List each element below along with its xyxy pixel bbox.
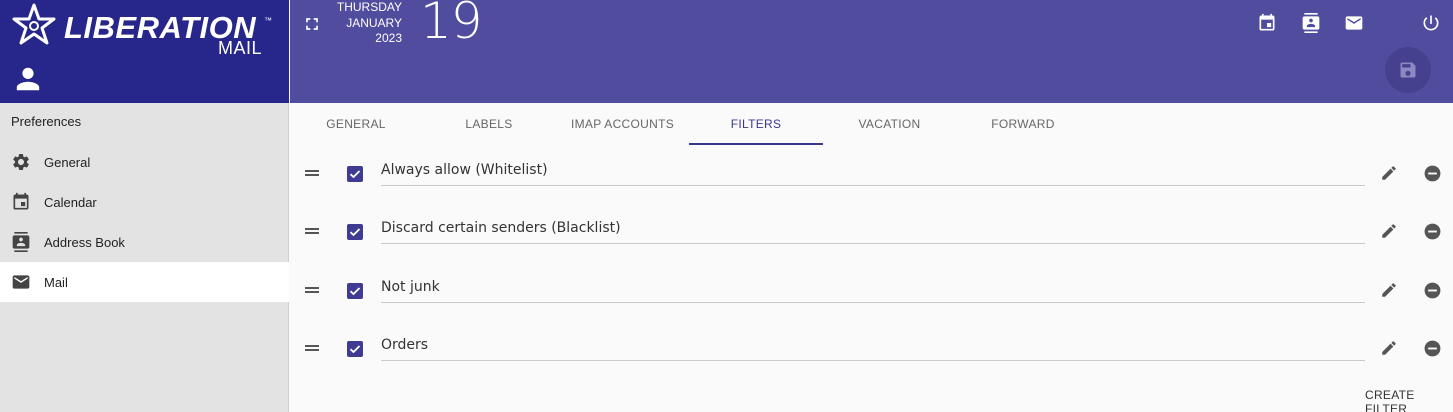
tab-label: GENERAL: [326, 117, 386, 131]
brand-subtitle: MAIL: [217, 38, 262, 58]
tab-imap-accounts[interactable]: IMAP ACCOUNTS: [556, 103, 689, 145]
date-month: JANUARY: [346, 15, 402, 30]
sidebar-item-label: General: [44, 154, 91, 170]
brand-trademark: ™: [264, 16, 272, 25]
edit-icon[interactable]: [1380, 164, 1398, 182]
sidebar-item-general[interactable]: General: [0, 142, 289, 182]
contacts-icon: [12, 232, 30, 252]
tab-labels[interactable]: LABELS: [422, 103, 556, 145]
brand-panel: LIBERATION ™ MAIL: [0, 0, 289, 103]
tab-label: IMAP ACCOUNTS: [570, 117, 675, 131]
drag-handle-icon[interactable]: [304, 165, 320, 181]
remove-circle-icon[interactable]: [1423, 222, 1442, 241]
tab-label: LABELS: [465, 117, 513, 131]
checkmark-icon: [349, 286, 361, 295]
filter-row: Discard certain senders (Blacklist): [290, 203, 1453, 261]
calendar-icon[interactable]: [1257, 13, 1277, 33]
save-icon: [1400, 62, 1416, 78]
edit-icon[interactable]: [1380, 339, 1398, 357]
sidebar-item-calendar[interactable]: Calendar: [0, 182, 289, 222]
tab-forward[interactable]: FORWARD: [956, 103, 1090, 145]
filter-name: Always allow (Whitelist): [381, 162, 548, 178]
sidebar-item-label: Mail: [44, 274, 68, 290]
edit-icon[interactable]: [1380, 222, 1398, 240]
preferences-nav: General Calendar Address Book Mail: [0, 142, 289, 302]
gear-icon: [13, 153, 29, 170]
filter-name: Orders: [381, 336, 429, 353]
mail-icon[interactable]: [1344, 13, 1364, 33]
tab-vacation[interactable]: VACATION: [823, 103, 956, 145]
divider: [381, 301, 1365, 303]
filter-row: Orders: [290, 320, 1453, 378]
filter-name: Discard certain senders (Blacklist): [381, 220, 621, 237]
checkmark-icon: [349, 228, 361, 237]
tab-filters[interactable]: FILTERS: [689, 103, 823, 145]
date-text: THURSDAY JANUARY 2023: [330, 0, 402, 47]
filter-enabled-checkbox[interactable]: [347, 166, 363, 182]
fullscreen-icon[interactable]: [302, 14, 322, 34]
checkmark-icon: [349, 170, 361, 179]
drag-handle-icon[interactable]: [304, 340, 320, 356]
create-filter-button[interactable]: CREATE FILTER: [1365, 388, 1453, 412]
divider: [381, 359, 1365, 361]
remove-circle-icon[interactable]: [1423, 281, 1442, 300]
star-logo-icon: [12, 3, 56, 45]
sidebar-item-label: Calendar: [44, 194, 97, 210]
top-header: THURSDAY JANUARY 2023 19: [290, 0, 1453, 103]
mail-preferences-tabs: GENERAL LABELS IMAP ACCOUNTS FILTERS VAC…: [290, 103, 1453, 145]
tab-label: VACATION: [858, 117, 921, 131]
sidebar-item-mail[interactable]: Mail: [0, 262, 289, 302]
date-weekday: THURSDAY: [336, 0, 402, 14]
filter-enabled-checkbox[interactable]: [347, 282, 363, 299]
app-logo: LIBERATION ™ MAIL: [12, 2, 274, 62]
mail-icon: [12, 275, 30, 289]
drag-handle-icon[interactable]: [304, 282, 320, 298]
power-icon[interactable]: [1421, 13, 1441, 33]
user-avatar-icon[interactable]: [14, 65, 42, 93]
remove-circle-icon[interactable]: [1423, 339, 1442, 358]
calendar-icon: [13, 192, 29, 210]
filter-row: Always allow (Whitelist): [290, 145, 1453, 203]
date-day-number: 19: [420, 0, 483, 50]
checkmark-icon: [349, 345, 361, 354]
sidebar: LIBERATION ™ MAIL Preferences General Ca…: [0, 0, 289, 412]
drag-handle-icon[interactable]: [304, 223, 320, 239]
edit-icon[interactable]: [1380, 281, 1398, 299]
divider: [381, 243, 1365, 245]
filter-enabled-checkbox[interactable]: [347, 340, 363, 357]
sidebar-item-label: Address Book: [44, 234, 125, 250]
remove-circle-icon[interactable]: [1423, 164, 1442, 183]
filter-enabled-checkbox[interactable]: [347, 224, 363, 241]
filters-list: Always allow (Whitelist) Discard certain…: [290, 145, 1453, 378]
date-year: 2023: [375, 31, 402, 45]
filter-row: Not junk: [290, 262, 1453, 320]
contacts-icon[interactable]: [1301, 13, 1321, 33]
save-button[interactable]: [1385, 47, 1431, 93]
tab-label: FILTERS: [730, 117, 782, 131]
preferences-title: Preferences: [11, 114, 82, 129]
filter-name: Not junk: [381, 278, 440, 295]
tab-general[interactable]: GENERAL: [290, 103, 422, 145]
sidebar-item-address-book[interactable]: Address Book: [0, 222, 289, 262]
divider: [381, 185, 1365, 186]
tab-label: FORWARD: [991, 117, 1055, 131]
